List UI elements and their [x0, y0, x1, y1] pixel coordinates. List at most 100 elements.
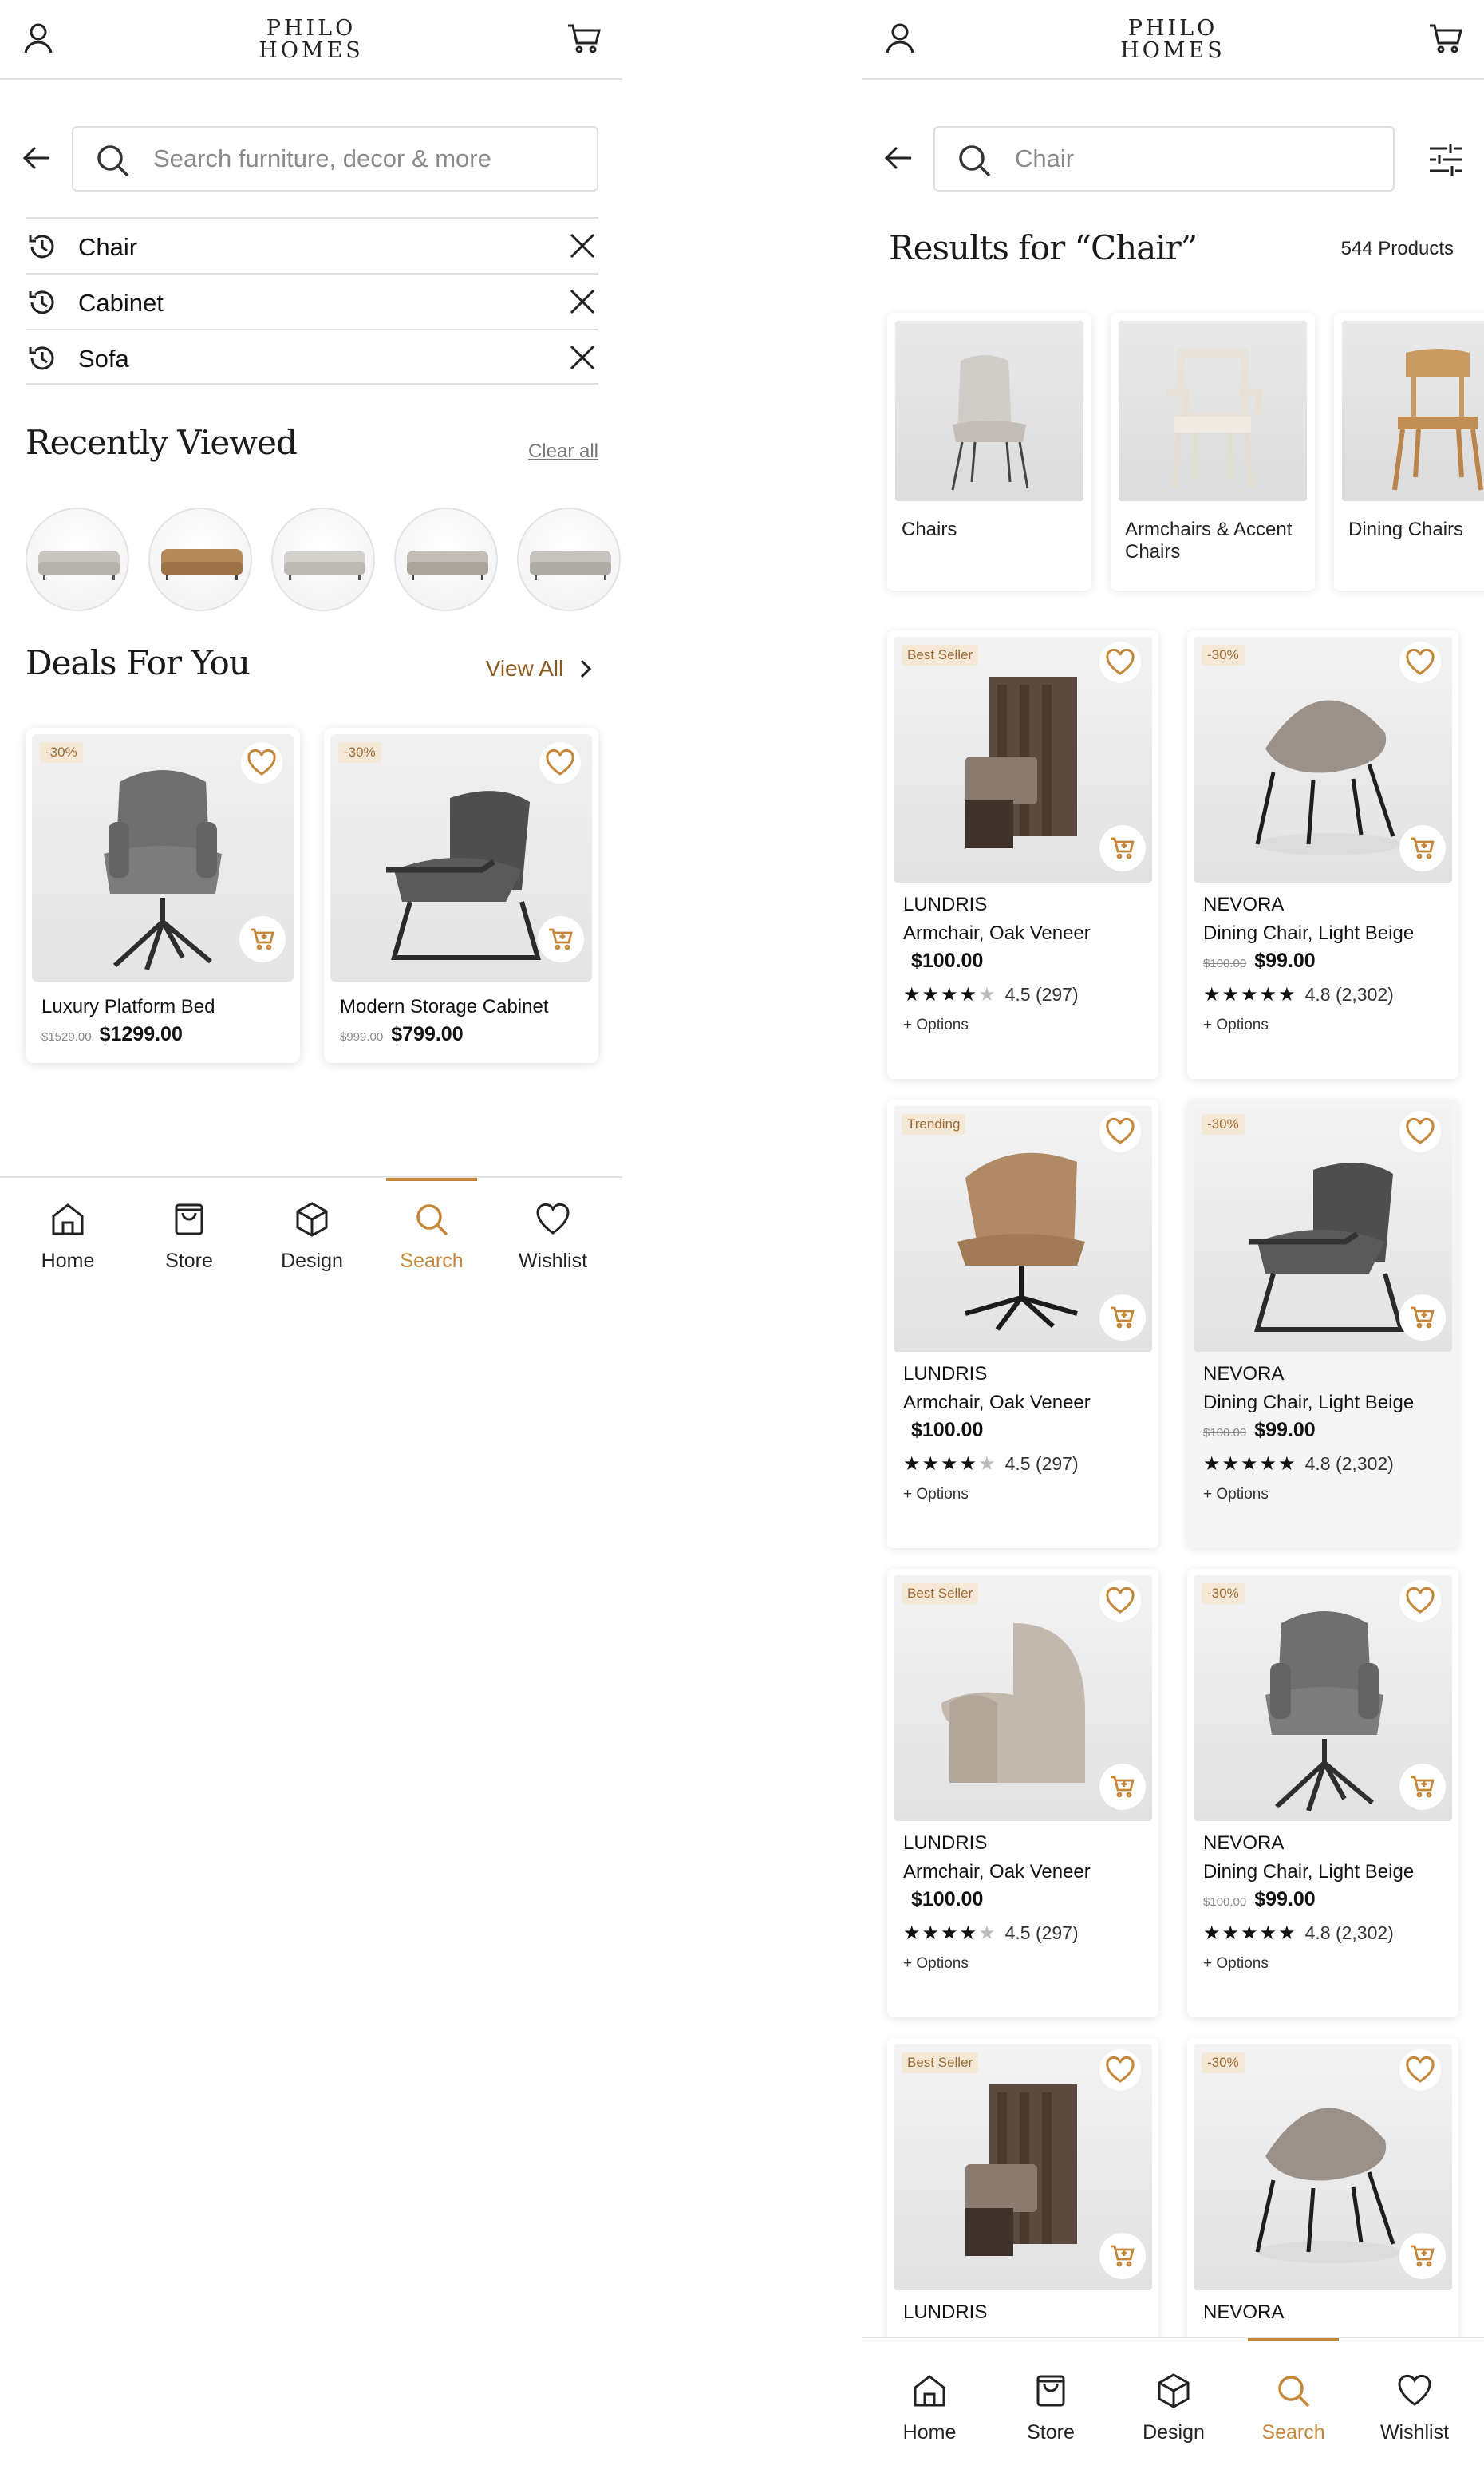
product-card[interactable]: Trending LUNDRIS Armchair, Oak Veneer $1…	[887, 1100, 1158, 1548]
options-link[interactable]: + Options	[1203, 1017, 1269, 1034]
options-link[interactable]: + Options	[903, 1017, 969, 1034]
rating: ★★★★★ 4.8 (2,302)	[1203, 1452, 1394, 1476]
add-to-cart-button[interactable]	[239, 916, 286, 962]
price: $100.00	[911, 950, 984, 972]
nav-design[interactable]: Design	[252, 1178, 372, 1290]
wishlist-button[interactable]	[1399, 1580, 1441, 1622]
nav-design[interactable]: Design	[1114, 2349, 1233, 2461]
clear-all-link[interactable]: Clear all	[528, 441, 598, 463]
view-all-link[interactable]: View All	[486, 656, 594, 681]
discount-badge: -30%	[40, 742, 83, 763]
remove-icon[interactable]	[566, 230, 598, 262]
cart-plus-icon	[1411, 2245, 1435, 2267]
history-item[interactable]: Sofa	[26, 329, 598, 385]
history-text: Chair	[78, 233, 138, 261]
price-block: $100.00	[903, 1419, 983, 1442]
product-card[interactable]: Best Seller LUNDRIS Armchair, Oak Veneer…	[887, 1569, 1158, 2017]
nav-store[interactable]: Store	[991, 2349, 1111, 2461]
deal-card[interactable]: -30% Luxury Platform Bed $1529.00 $1299.0…	[26, 728, 300, 1063]
heart-icon	[546, 749, 574, 776]
add-to-cart-button[interactable]	[1099, 1764, 1146, 1810]
nav-wishlist[interactable]: Wishlist	[493, 1178, 613, 1290]
wishlist-button[interactable]	[1099, 1580, 1141, 1622]
options-link[interactable]: + Options	[1203, 1955, 1269, 1973]
add-to-cart-button[interactable]	[1099, 2233, 1146, 2279]
nav-search[interactable]: Search	[372, 1178, 491, 1290]
product-card[interactable]: Best Seller LUNDRIS Armchair, Oak Veneer…	[887, 630, 1158, 1079]
category-card[interactable]: Chairs	[887, 313, 1091, 591]
add-to-cart-button[interactable]	[538, 916, 584, 962]
cart-icon[interactable]	[565, 19, 603, 57]
price-block: $100.00	[903, 950, 983, 973]
rating: ★★★★★ 4.5 (297)	[903, 1922, 1079, 1945]
cart-icon[interactable]	[1427, 19, 1465, 57]
search-box[interactable]	[72, 126, 600, 192]
category-image	[1119, 321, 1307, 501]
add-to-cart-button[interactable]	[1399, 1764, 1446, 1810]
product-card[interactable]: -30% NEVORA Dining Chair, Light Beige $1…	[1187, 1569, 1458, 2017]
add-to-cart-button[interactable]	[1399, 2233, 1446, 2279]
add-to-cart-button[interactable]	[1399, 825, 1446, 871]
remove-icon[interactable]	[566, 286, 598, 318]
active-tab-indicator	[1248, 2338, 1339, 2341]
wishlist-button[interactable]	[1099, 642, 1141, 683]
wishlist-button[interactable]	[1399, 642, 1441, 683]
status-badge: Best Seller	[902, 1583, 979, 1604]
nav-wishlist[interactable]: Wishlist	[1355, 2349, 1474, 2461]
old-price: $100.00	[1203, 1426, 1247, 1440]
recent-item[interactable]	[148, 508, 252, 611]
wishlist-button[interactable]	[1099, 2049, 1141, 2091]
remove-icon[interactable]	[566, 342, 598, 373]
category-card[interactable]: Armchairs & Accent Chairs	[1111, 313, 1315, 591]
category-card[interactable]: Dining Chairs	[1334, 313, 1484, 591]
rating-text: 4.5 (297)	[1004, 984, 1079, 1005]
options-link[interactable]: + Options	[903, 1486, 969, 1503]
price-block: $999.00 $799.00	[340, 1023, 464, 1046]
search-icon	[1278, 2376, 1310, 2408]
back-arrow-icon[interactable]	[881, 140, 916, 176]
wishlist-button[interactable]	[1399, 2049, 1441, 2091]
brand-logo[interactable]: PHILO HOMES	[862, 18, 1484, 62]
add-to-cart-button[interactable]	[1099, 1294, 1146, 1341]
category-label: Chairs	[902, 519, 957, 540]
search-input[interactable]	[153, 128, 600, 190]
rating-text: 4.8 (2,302)	[1304, 1922, 1394, 1943]
recent-item[interactable]	[271, 508, 375, 611]
nav-store[interactable]: Store	[129, 1178, 249, 1290]
status-badge: Trending	[902, 1114, 966, 1135]
nav-label: Home	[41, 1250, 95, 1272]
wishlist-button[interactable]	[1099, 1111, 1141, 1152]
options-link[interactable]: + Options	[1203, 1486, 1269, 1503]
history-item[interactable]: Cabinet	[26, 273, 598, 329]
search-input[interactable]	[1015, 128, 1382, 190]
recent-item[interactable]	[517, 508, 621, 611]
product-card[interactable]: -30% NEVORA Dining Chair, Light Beige $1…	[1187, 1100, 1458, 1548]
nav-home[interactable]: Home	[8, 1178, 128, 1290]
add-to-cart-button[interactable]	[1399, 1294, 1446, 1341]
back-arrow-icon[interactable]	[19, 140, 54, 176]
home-icon	[52, 1203, 84, 1235]
recent-item[interactable]	[394, 508, 498, 611]
options-link[interactable]: + Options	[903, 1955, 969, 1973]
price: $100.00	[911, 1888, 984, 1910]
nav-label: Store	[1027, 2421, 1075, 2444]
price: $99.00	[1254, 1888, 1316, 1910]
product-card[interactable]: -30% NEVORA Dining Chair, Light Beige $1…	[1187, 630, 1458, 1079]
price-block: $1529.00 $1299.00	[41, 1023, 183, 1046]
wishlist-button[interactable]	[539, 742, 581, 784]
deals-title: Deals For You	[26, 643, 251, 682]
add-to-cart-button[interactable]	[1099, 825, 1146, 871]
brand-logo[interactable]: PHILO HOMES	[0, 18, 622, 62]
discount-badge: -30%	[338, 742, 381, 763]
wishlist-button[interactable]	[241, 742, 282, 784]
wishlist-button[interactable]	[1399, 1111, 1441, 1152]
search-box[interactable]	[933, 126, 1395, 192]
history-item[interactable]: Chair	[26, 217, 598, 273]
recent-item[interactable]	[26, 508, 129, 611]
heart-icon	[1106, 1587, 1135, 1614]
nav-search[interactable]: Search	[1233, 2349, 1353, 2461]
price: $100.00	[911, 1419, 984, 1441]
filter-icon[interactable]	[1427, 140, 1465, 179]
deal-card[interactable]: -30% Modern Storage Cabinet $999.00 $799.…	[324, 728, 598, 1063]
nav-home[interactable]: Home	[870, 2349, 989, 2461]
